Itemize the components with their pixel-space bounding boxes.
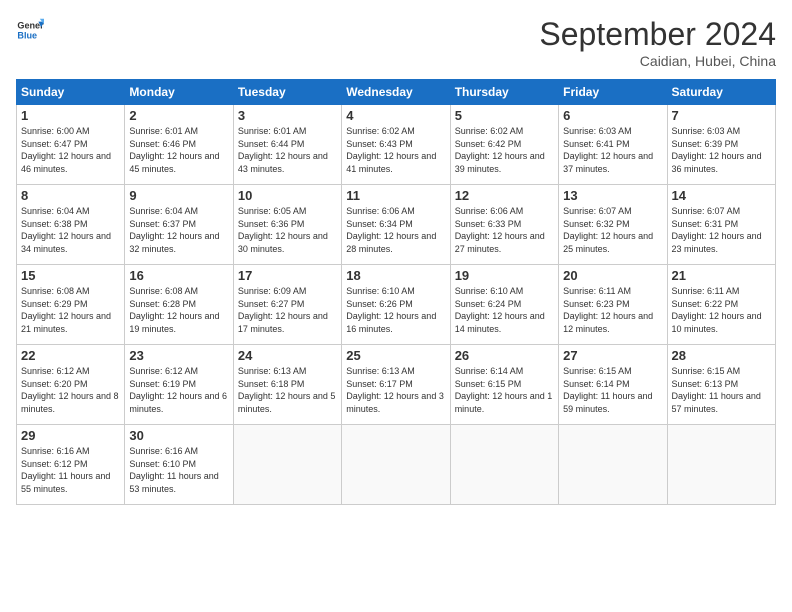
table-row: 19Sunrise: 6:10 AMSunset: 6:24 PMDayligh… xyxy=(450,265,558,345)
table-row: 21Sunrise: 6:11 AMSunset: 6:22 PMDayligh… xyxy=(667,265,775,345)
table-row: 12Sunrise: 6:06 AMSunset: 6:33 PMDayligh… xyxy=(450,185,558,265)
table-row: 5Sunrise: 6:02 AMSunset: 6:42 PMDaylight… xyxy=(450,105,558,185)
table-row: 14Sunrise: 6:07 AMSunset: 6:31 PMDayligh… xyxy=(667,185,775,265)
table-row: 27Sunrise: 6:15 AMSunset: 6:14 PMDayligh… xyxy=(559,345,667,425)
title-block: September 2024 Caidian, Hubei, China xyxy=(539,16,776,69)
table-row: 11Sunrise: 6:06 AMSunset: 6:34 PMDayligh… xyxy=(342,185,450,265)
table-row xyxy=(233,425,341,505)
col-sunday: Sunday xyxy=(17,80,125,105)
table-row xyxy=(342,425,450,505)
table-row: 24Sunrise: 6:13 AMSunset: 6:18 PMDayligh… xyxy=(233,345,341,425)
table-row: 1Sunrise: 6:00 AMSunset: 6:47 PMDaylight… xyxy=(17,105,125,185)
col-thursday: Thursday xyxy=(450,80,558,105)
table-row: 16Sunrise: 6:08 AMSunset: 6:28 PMDayligh… xyxy=(125,265,233,345)
table-row: 15Sunrise: 6:08 AMSunset: 6:29 PMDayligh… xyxy=(17,265,125,345)
calendar-row: 1Sunrise: 6:00 AMSunset: 6:47 PMDaylight… xyxy=(17,105,776,185)
col-tuesday: Tuesday xyxy=(233,80,341,105)
table-row: 7Sunrise: 6:03 AMSunset: 6:39 PMDaylight… xyxy=(667,105,775,185)
table-row: 18Sunrise: 6:10 AMSunset: 6:26 PMDayligh… xyxy=(342,265,450,345)
table-row: 4Sunrise: 6:02 AMSunset: 6:43 PMDaylight… xyxy=(342,105,450,185)
calendar-row: 15Sunrise: 6:08 AMSunset: 6:29 PMDayligh… xyxy=(17,265,776,345)
calendar: Sunday Monday Tuesday Wednesday Thursday… xyxy=(16,79,776,505)
table-row: 9Sunrise: 6:04 AMSunset: 6:37 PMDaylight… xyxy=(125,185,233,265)
col-monday: Monday xyxy=(125,80,233,105)
table-row: 30Sunrise: 6:16 AMSunset: 6:10 PMDayligh… xyxy=(125,425,233,505)
logo-icon: General Blue xyxy=(16,16,44,44)
table-row: 29Sunrise: 6:16 AMSunset: 6:12 PMDayligh… xyxy=(17,425,125,505)
table-row: 13Sunrise: 6:07 AMSunset: 6:32 PMDayligh… xyxy=(559,185,667,265)
page: General Blue September 2024 Caidian, Hub… xyxy=(0,0,792,612)
calendar-header-row: Sunday Monday Tuesday Wednesday Thursday… xyxy=(17,80,776,105)
table-row: 17Sunrise: 6:09 AMSunset: 6:27 PMDayligh… xyxy=(233,265,341,345)
col-wednesday: Wednesday xyxy=(342,80,450,105)
table-row: 23Sunrise: 6:12 AMSunset: 6:19 PMDayligh… xyxy=(125,345,233,425)
table-row: 22Sunrise: 6:12 AMSunset: 6:20 PMDayligh… xyxy=(17,345,125,425)
table-row: 20Sunrise: 6:11 AMSunset: 6:23 PMDayligh… xyxy=(559,265,667,345)
calendar-row: 22Sunrise: 6:12 AMSunset: 6:20 PMDayligh… xyxy=(17,345,776,425)
logo: General Blue xyxy=(16,16,44,44)
table-row xyxy=(667,425,775,505)
table-row: 6Sunrise: 6:03 AMSunset: 6:41 PMDaylight… xyxy=(559,105,667,185)
month-title: September 2024 xyxy=(539,16,776,53)
col-saturday: Saturday xyxy=(667,80,775,105)
table-row xyxy=(450,425,558,505)
table-row xyxy=(559,425,667,505)
table-row: 3Sunrise: 6:01 AMSunset: 6:44 PMDaylight… xyxy=(233,105,341,185)
table-row: 10Sunrise: 6:05 AMSunset: 6:36 PMDayligh… xyxy=(233,185,341,265)
table-row: 2Sunrise: 6:01 AMSunset: 6:46 PMDaylight… xyxy=(125,105,233,185)
calendar-row: 29Sunrise: 6:16 AMSunset: 6:12 PMDayligh… xyxy=(17,425,776,505)
subtitle: Caidian, Hubei, China xyxy=(539,53,776,69)
svg-text:Blue: Blue xyxy=(17,30,37,40)
header: General Blue September 2024 Caidian, Hub… xyxy=(16,16,776,69)
table-row: 8Sunrise: 6:04 AMSunset: 6:38 PMDaylight… xyxy=(17,185,125,265)
table-row: 28Sunrise: 6:15 AMSunset: 6:13 PMDayligh… xyxy=(667,345,775,425)
table-row: 25Sunrise: 6:13 AMSunset: 6:17 PMDayligh… xyxy=(342,345,450,425)
table-row: 26Sunrise: 6:14 AMSunset: 6:15 PMDayligh… xyxy=(450,345,558,425)
col-friday: Friday xyxy=(559,80,667,105)
calendar-row: 8Sunrise: 6:04 AMSunset: 6:38 PMDaylight… xyxy=(17,185,776,265)
